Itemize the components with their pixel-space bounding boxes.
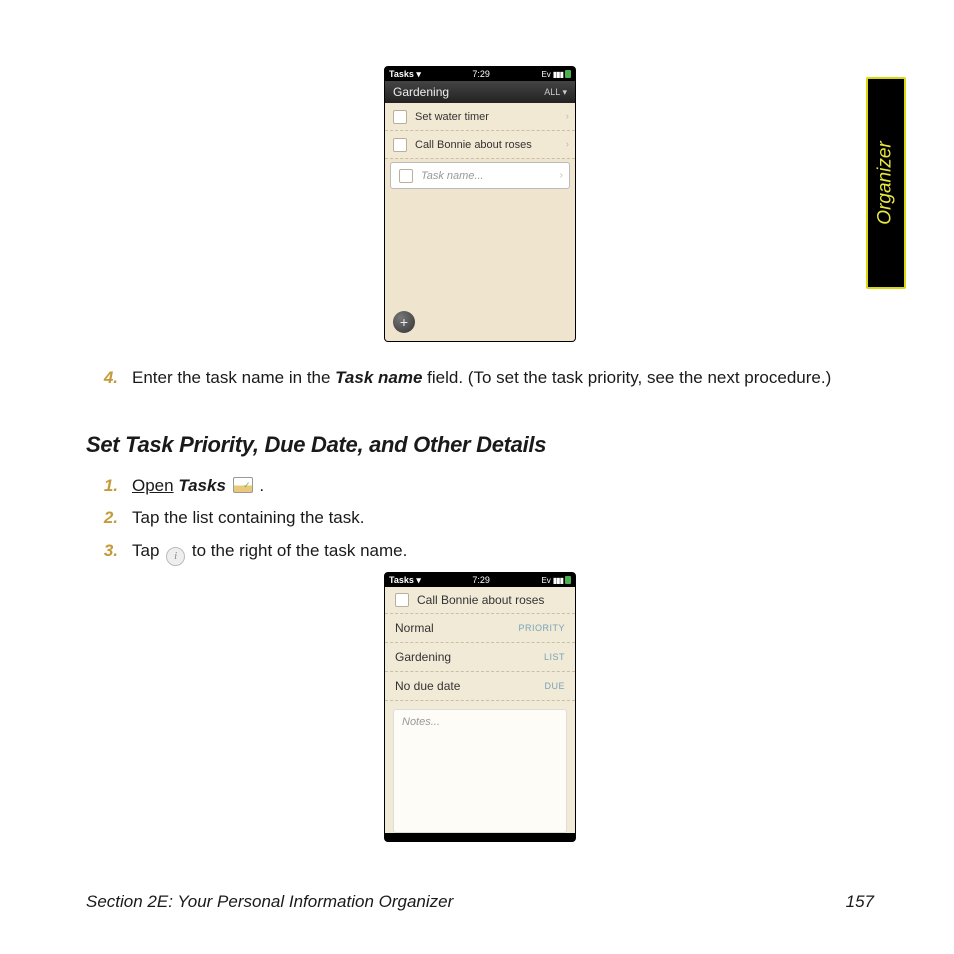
footer-page-number: 157	[846, 892, 874, 912]
task-row[interactable]: Call Bonnie about roses ›	[385, 131, 575, 159]
checkbox-icon[interactable]	[393, 138, 407, 152]
task-row[interactable]: Set water timer ›	[385, 103, 575, 131]
ev-icon: Ev	[541, 576, 550, 585]
disclosure-icon[interactable]: ›	[560, 139, 569, 150]
priority-row[interactable]: Normal PRIORITY	[385, 614, 575, 643]
battery-icon	[565, 70, 571, 78]
task-title-row: Call Bonnie about roses	[385, 587, 575, 614]
priority-label: PRIORITY	[518, 623, 565, 633]
step-1-text: Open Tasks .	[132, 470, 264, 502]
phone1-filter[interactable]: ALL ▾	[544, 87, 567, 98]
info-icon: i	[166, 547, 185, 566]
disclosure-icon: ›	[554, 170, 563, 181]
checkbox-icon[interactable]	[393, 110, 407, 124]
checkbox-icon[interactable]	[395, 593, 409, 607]
task-title: Call Bonnie about roses	[417, 593, 544, 607]
phone1-list-title: Gardening	[393, 85, 449, 99]
steps-list: 1. Open Tasks . 2. Tap the list containi…	[100, 470, 800, 567]
figure-task-details: Tasks ▾ 7:29 Ev ▮▮▮ Call Bonnie about ro…	[384, 572, 576, 842]
task-name-input-row[interactable]: Task name... ›	[390, 162, 570, 189]
step-3-text: Tap i to the right of the task name.	[132, 535, 407, 567]
phone2-body: Call Bonnie about roses Normal PRIORITY …	[385, 587, 575, 833]
step-4-text-b: field. (To set the task priority, see th…	[422, 368, 831, 387]
step-2-text: Tap the list containing the task.	[132, 502, 364, 534]
due-value: No due date	[395, 679, 460, 693]
side-tab-label: Organizer	[875, 141, 897, 224]
side-tab-organizer: Organizer	[866, 77, 906, 289]
step-4-number: 4.	[100, 367, 118, 390]
list-label: LIST	[544, 652, 565, 662]
due-row[interactable]: No due date DUE	[385, 672, 575, 701]
step-3-text-a: Tap	[132, 541, 164, 560]
due-label: DUE	[544, 681, 565, 691]
phone2-app-name: Tasks ▾	[389, 575, 421, 586]
phone2-time: 7:29	[472, 575, 490, 585]
phone1-header: Gardening ALL ▾	[385, 81, 575, 103]
task-name-field-label: Task name	[335, 368, 422, 387]
notes-placeholder: Notes...	[402, 716, 440, 728]
phone1-status-bar: Tasks ▾ 7:29 Ev ▮▮▮	[385, 67, 575, 81]
step-3: 3. Tap i to the right of the task name.	[100, 535, 800, 567]
step-4-text-a: Enter the task name in the	[132, 368, 335, 387]
tasks-app-icon	[233, 477, 253, 493]
phone1-status-icons: Ev ▮▮▮	[541, 70, 571, 79]
step-4-text: Enter the task name in the Task name fie…	[132, 367, 831, 390]
list-row[interactable]: Gardening LIST	[385, 643, 575, 672]
step-2-number: 2.	[100, 502, 118, 534]
phone2-status-bar: Tasks ▾ 7:29 Ev ▮▮▮	[385, 573, 575, 587]
phone2-status-icons: Ev ▮▮▮	[541, 576, 571, 585]
phone1-body: Set water timer › Call Bonnie about rose…	[385, 103, 575, 341]
ev-icon: Ev	[541, 70, 550, 79]
notes-field[interactable]: Notes...	[393, 709, 567, 833]
step-3-number: 3.	[100, 535, 118, 567]
step-1-number: 1.	[100, 470, 118, 502]
phone-mock-1: Tasks ▾ 7:29 Ev ▮▮▮ Gardening ALL ▾ Set …	[384, 66, 576, 342]
list-value: Gardening	[395, 650, 451, 664]
section-heading: Set Task Priority, Due Date, and Other D…	[86, 432, 546, 458]
checkbox-icon	[399, 169, 413, 183]
priority-value: Normal	[395, 621, 434, 635]
battery-icon	[565, 576, 571, 584]
figure-tasks-list: Tasks ▾ 7:29 Ev ▮▮▮ Gardening ALL ▾ Set …	[384, 66, 576, 342]
step-4: 4. Enter the task name in the Task name …	[100, 367, 860, 390]
step-1: 1. Open Tasks .	[100, 470, 800, 502]
add-task-button[interactable]: +	[393, 311, 415, 333]
phone1-time: 7:29	[472, 69, 490, 79]
signal-icon: ▮▮▮	[553, 576, 563, 585]
task-name-placeholder[interactable]: Task name...	[421, 170, 554, 182]
footer-section-title: Section 2E: Your Personal Information Or…	[86, 892, 453, 912]
phone-mock-2: Tasks ▾ 7:29 Ev ▮▮▮ Call Bonnie about ro…	[384, 572, 576, 842]
step-3-text-b: to the right of the task name.	[187, 541, 407, 560]
task-label: Set water timer	[415, 111, 560, 123]
step-1-period: .	[255, 476, 264, 495]
plus-icon: +	[400, 315, 408, 329]
tasks-app-name: Tasks	[178, 476, 226, 495]
task-label: Call Bonnie about roses	[415, 139, 560, 151]
signal-icon: ▮▮▮	[553, 70, 563, 79]
disclosure-icon[interactable]: ›	[560, 111, 569, 122]
open-link[interactable]: Open	[132, 476, 174, 495]
phone1-app-name: Tasks ▾	[389, 69, 421, 80]
step-2: 2. Tap the list containing the task.	[100, 502, 800, 534]
